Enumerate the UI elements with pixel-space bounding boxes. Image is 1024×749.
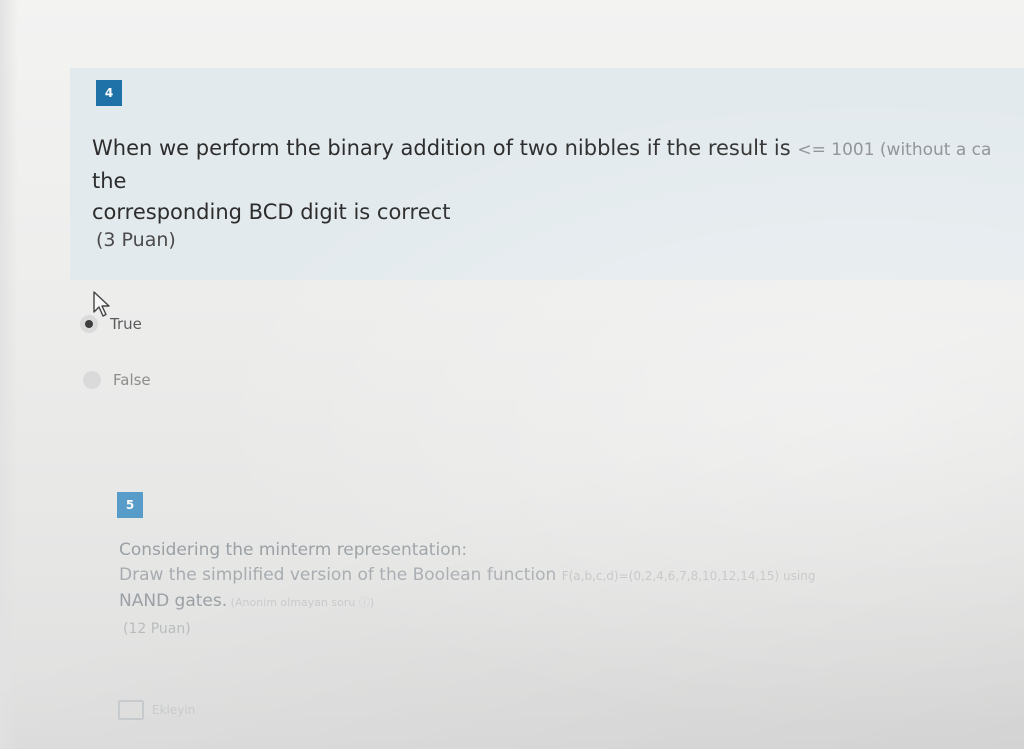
question-4-line-3: corresponding BCD digit is correct (92, 200, 451, 224)
question-4-number-badge: 4 (96, 80, 122, 106)
question-5-line-1: Considering the minterm representation: (119, 540, 468, 560)
question-5-line-3: NAND gates. (Anonim olmayan soru ⓘ) (119, 589, 1024, 615)
screen-edge (0, 0, 18, 749)
mouse-pointer-icon (93, 291, 110, 317)
question-4-text: When we perform the binary addition of t… (92, 133, 1024, 228)
file-upload-icon (118, 700, 144, 720)
question-5-line-2-faded: F(a,b,c,d)=(0,2,4,6,7,8,10,12,14,15) usi… (561, 569, 816, 583)
question-5-points: (12 Puan) (123, 621, 191, 637)
question-4-line-2: the (92, 169, 127, 193)
radio-false[interactable] (83, 371, 101, 389)
question-4-line-1-main: When we perform the binary addition of t… (92, 136, 798, 160)
question-5-line-2: Draw the simplified version of the Boole… (119, 563, 1024, 589)
quiz-page: 4 When we perform the binary addition of… (0, 0, 1024, 749)
question-5-line-3-main: NAND gates. (119, 591, 228, 611)
question-5-text: Considering the minterm representation: … (119, 538, 1024, 615)
option-false-label: False (113, 371, 151, 389)
option-false[interactable]: False (83, 371, 151, 389)
question-4-line-1: When we perform the binary addition of t… (92, 133, 1024, 166)
option-true-label: True (110, 315, 142, 333)
file-upload-label: Ekleyin (152, 703, 196, 717)
question-5-note: (Anonim olmayan soru ⓘ) (227, 596, 375, 609)
question-4-line-1-faded: <= 1001 (without a ca (797, 140, 992, 160)
file-upload-button[interactable]: Ekleyin (118, 700, 195, 720)
question-5-number-badge: 5 (117, 492, 143, 518)
question-5-line-2-main: Draw the simplified version of the Boole… (119, 565, 562, 585)
question-4-points: (3 Puan) (96, 229, 176, 251)
